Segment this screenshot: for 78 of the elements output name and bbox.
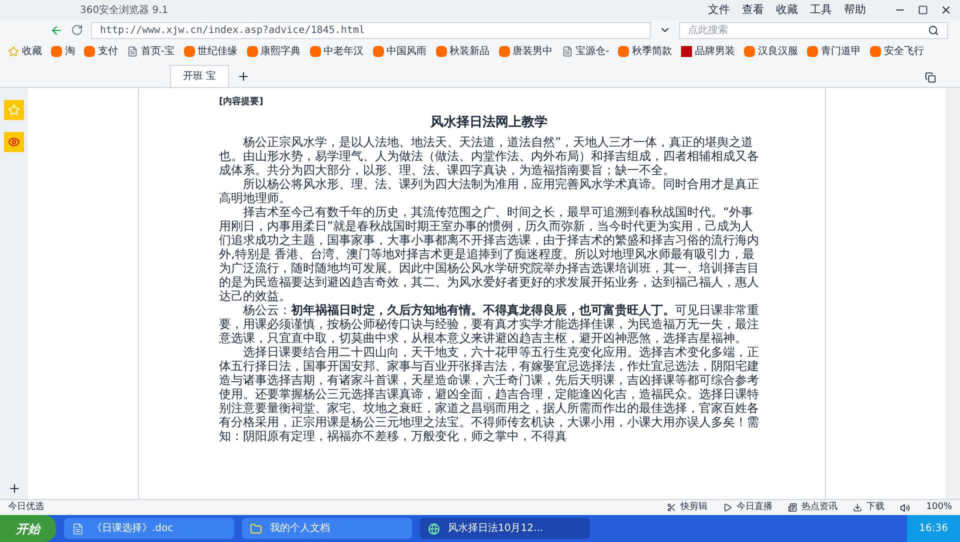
maximize-icon[interactable] [918,5,928,15]
add-icon[interactable] [8,482,20,495]
site-icon [807,46,818,56]
window-title: 360安全浏览器 9.1 [80,4,168,18]
bookmark-item[interactable]: 汉良汉服 [744,44,798,58]
volume-icon[interactable] [900,502,910,512]
site-icon [184,46,195,56]
taskbar-item[interactable]: 我的个人文档 [242,518,412,539]
site-icon [51,46,62,56]
bookmark-item[interactable]: 支付 [84,44,118,58]
menu-item[interactable]: 帮助 [844,2,866,18]
scrollbar[interactable] [946,88,960,499]
scissors-icon [667,503,676,512]
folder-icon [250,522,262,534]
article-paragraph: 择吉术至今己有数千年的历史，其流传范围之广、时间之长，最早可追溯到春秋战国时代。“外事用刚日，内事用柔日”就是春秋战国时期王室办事的惯例，历久而弥新，当今时代更为实用，己成为人们追求成功之主题，国事家事，大事小事都离不开择吉选课，由于择吉术的繁盛和择吉习俗的流行海内外,特别是 香港、台湾、澳门等地对择吉术更是追捧到了痴迷程度。所以对地理风水师最有吸引力，最为广泛流行，随时随地均可发展。因此中国杨公风水学研究院举办择吉选课培训班，其一、培训择吉目的是为民造福要达到避凶趋吉奇效，其二、为风水爱好者更好的求发展开拓业务，达到福己福人，惠人达己的效益。 [219,205,760,303]
status-item[interactable]: 快剪辑 [667,500,708,514]
article-paragraph: 所以杨公将风水形、理、法、课列为四大法制为准用，应用完善风水学术真谛。同时合用才是真正高明地理师。 [219,177,760,205]
site-icon [744,46,756,56]
menu-item[interactable]: 工具 [810,2,832,18]
bookmark-item[interactable]: 淘 [51,44,75,58]
download-icon [853,503,862,512]
zoom-level[interactable]: 100% [926,500,952,514]
logo-icon [681,46,692,56]
eye-icon[interactable] [4,132,24,152]
bookmark-item[interactable]: 康熙字典 [246,44,301,58]
page-icon [562,46,573,56]
bookmark-item[interactable]: 青门道甲 [807,44,862,58]
back-icon[interactable] [50,24,63,36]
site-icon [870,46,882,56]
bookmark-item[interactable]: 安全飞行 [870,44,924,58]
bookmark-item[interactable]: 首页-宝 [127,44,175,58]
site-icon [372,46,384,56]
site-icon [84,46,95,56]
site-icon [246,46,258,56]
article-paragraph: 选择日课要结合用二十四山向，天干地支，六十花甲等五行生克变化应用。选择吉术变化多端，正体五行择日法，国事开国安邦、家事与百业开张择吉法，有嫁娶宜忌选择法，作灶宜忌选法，阴阳宅建造与诸事选择吉期，有诸家斗首课，天星造命课，六壬奇门课，先后天明课，吉凶择课等都可综合参考使用。还要掌握杨公三元选择吉课真谛，避凶全面，趋吉合理，定能逢凶化吉，造福民众。选择日课特别注意要量衡祠堂、家宅、坟地之衰旺，家道之昌弱而用之，据人所需而作出的最佳选择，官家百姓各有分格采用，正宗用课是杨公三元地理之法宝。不得师传玄机诀，大课小用，小课大用亦误人多矣！需知：阴阳原有定理，祸福亦不差移，万般变化，师之掌中，不得真 [219,345,760,443]
new-tab-icon[interactable] [237,70,250,83]
status-item[interactable]: 热点资讯 [788,500,838,514]
address-field[interactable]: http://www.xjw.cn/index.asp?advice/1845.html [91,22,651,38]
site-icon [310,46,321,56]
menu-item[interactable]: 文件 [708,2,730,18]
document-icon [72,522,84,534]
site-icon [436,46,447,56]
bookmark-item[interactable]: 世纪佳缘 [184,44,238,58]
taskbar-item[interactable]: 风水择日法10月12... [420,518,590,539]
tabs-icon[interactable] [925,72,936,83]
start-button[interactable]: 开始 [0,515,56,542]
bookmark-item[interactable]: 宝源仓- [562,44,610,58]
bookmark-item[interactable]: 唐装男中 [498,44,553,58]
globe-icon [428,522,440,534]
menu-item[interactable]: 查看 [742,2,764,18]
star-icon [8,46,19,56]
search-field[interactable]: 点此搜索 [688,22,928,38]
play-icon [723,503,732,512]
article-paragraph: 杨公正宗风水学，是以人法地、地法天、天法道，道法自然”，天地人三才一体，真正的堪舆之道也。由山形水势，易学理气、人为做法（做法、内堂作法、内外布局）和择吉组成，四者相辅相成又各成体系。共分为四大部分，以形、理、法、课四字真诀，为造福指南要旨；缺一不全。 [219,135,760,177]
clock: 16:36 [919,522,948,536]
reload-icon[interactable] [71,24,83,36]
site-icon [618,46,630,56]
bookmark-item[interactable]: 秋季简款 [618,44,672,58]
article-paragraph: 杨公云：初年祸福日时定，久后方知地有情。不得真龙得良辰，也可富贵旺人丁。可见日课非常重要，用课必须谨慎，按杨公师秘传口诀与经验，要有真才实学才能选择佳课，为民造福万无一失，最注意选课，只宜直中取，切莫曲中求，从根本意义来讲避凶趋吉主枢，避开凶神恶煞，选择吉星福神。 [219,303,760,345]
menu-item[interactable]: 收藏 [776,2,798,18]
bookmark-item[interactable]: 品牌男装 [681,44,736,58]
status-text: 今日优选 [8,500,44,514]
bookmark-item[interactable]: 收藏 [8,44,42,58]
status-item[interactable]: 下载 [853,500,884,514]
page-icon [127,46,138,56]
search-icon[interactable] [928,24,939,36]
bookmark-item[interactable]: 秋装新品 [436,44,490,58]
close-icon[interactable] [940,4,952,16]
status-item[interactable]: 今日直播 [723,500,772,514]
article-title: 风水择日法网上教学 [430,114,548,132]
section-label: [内容提要] [219,96,264,109]
newspaper-icon [788,503,798,512]
browser-tab[interactable]: 开班 宝 [170,65,230,87]
site-icon [498,46,510,56]
taskbar-item[interactable]: 《日课选择》.doc [64,518,234,539]
bookmark-item[interactable]: 中老年汉 [310,44,364,58]
search-box[interactable]: 点此搜索 [679,22,948,38]
bookmark-item[interactable]: 中国风雨 [372,44,427,58]
